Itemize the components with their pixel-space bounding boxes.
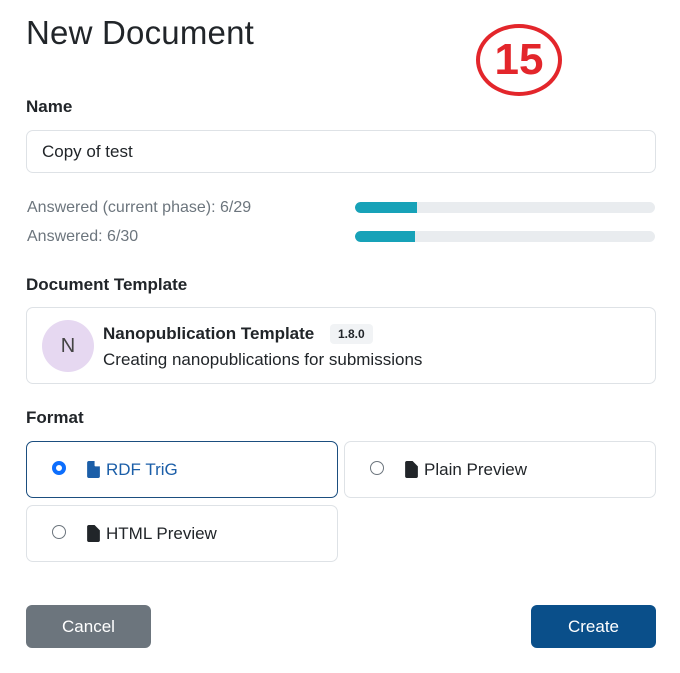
template-version-badge: 1.8.0: [330, 324, 373, 344]
current-phase-progress-fill: [355, 202, 418, 213]
format-radio-plain-preview[interactable]: [370, 461, 384, 475]
cancel-button[interactable]: Cancel: [26, 605, 151, 648]
format-label-plain-preview: Plain Preview: [424, 460, 527, 479]
format-radio-html-preview[interactable]: [52, 525, 66, 539]
format-option-html-preview[interactable]: HTML Preview: [26, 505, 338, 562]
format-label-html-preview: HTML Preview: [106, 524, 217, 543]
step-number-badge: 15: [476, 24, 562, 96]
template-card[interactable]: N Nanopublication Template 1.8.0 Creatin…: [26, 307, 656, 384]
template-description: Creating nanopublications for submission…: [103, 350, 423, 369]
format-radio-rdf-trig[interactable]: [52, 461, 66, 475]
total-progress-bar: [355, 231, 655, 242]
file-icon: [405, 461, 418, 478]
format-label: Format: [26, 408, 84, 427]
total-progress-fill: [355, 231, 415, 242]
document-template-label: Document Template: [26, 275, 188, 294]
page-title: New Document: [26, 14, 254, 51]
create-button[interactable]: Create: [531, 605, 656, 648]
total-progress-label: Answered: 6/30: [27, 228, 139, 245]
format-option-plain-preview[interactable]: Plain Preview: [344, 441, 656, 498]
current-phase-progress-bar: [355, 202, 655, 213]
name-input[interactable]: [26, 130, 656, 173]
current-phase-progress-label: Answered (current phase): 6/29: [27, 199, 252, 216]
format-option-rdf-trig[interactable]: RDF TriG: [26, 441, 338, 498]
file-icon: [87, 525, 100, 542]
template-name: Nanopublication Template: [103, 324, 315, 343]
format-label-rdf-trig: RDF TriG: [106, 460, 178, 479]
name-label: Name: [26, 97, 73, 116]
file-icon: [87, 461, 100, 478]
template-avatar: N: [42, 320, 94, 372]
